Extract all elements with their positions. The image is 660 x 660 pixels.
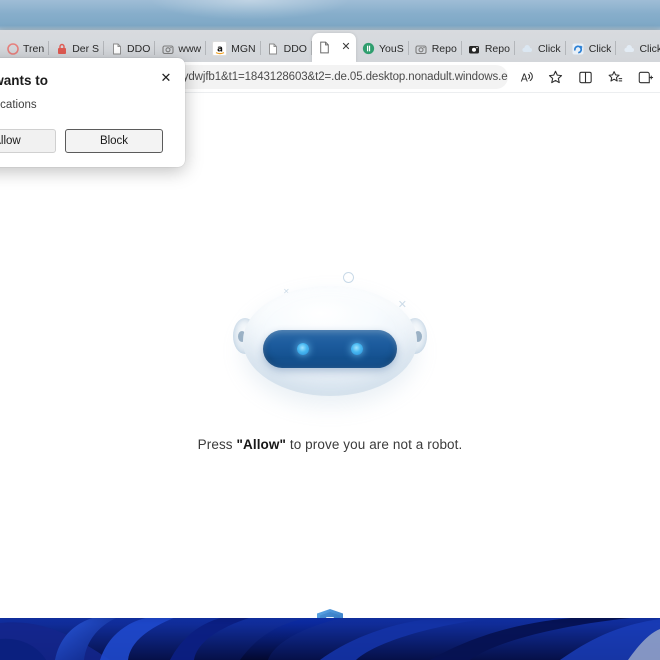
shield-icon [315,608,345,618]
tab-title: Repo [484,42,510,55]
favicon-blank-page [110,42,123,55]
tab-title: YouS [378,42,404,55]
screen: Tren Der S DDO www a MGN DDO ✕ YouS Repo… [0,0,660,660]
tab-title: www [178,42,202,55]
svg-text:A: A [520,72,528,84]
favicon-blank-page [318,41,331,54]
toolbar-icons: A [510,62,660,92]
browser-tab[interactable]: Click [566,35,617,62]
dialog-title: co.in wants to [0,73,49,88]
favicon-red-circle [6,42,19,55]
prompt-suffix: to prove you are not a robot. [286,437,463,452]
tab-title: MGN [231,42,256,55]
tab-title: Tren [23,42,45,55]
favicon-light-cloud [622,42,635,55]
dialog-actions: Allow Block [0,129,169,153]
tab-title: Click [639,42,660,55]
favicon-light-cloud [521,42,534,55]
tab-title: Click [537,42,561,55]
wallpaper-glow [150,0,350,20]
wallpaper-bloom-svg [0,617,660,660]
favicon-red-lock [55,42,68,55]
tab-title: Der S [72,42,100,55]
page-content: ✕ ✕ Press "Allow" to prove you are not a… [0,93,660,618]
browser-tab[interactable]: DDO [261,35,312,62]
prompt-emphasis: "Allow" [236,437,286,452]
robot-visor [263,330,397,368]
browser-tab[interactable]: Repo [462,35,515,62]
favicon-grey-camera [161,42,174,55]
split-screen-icon[interactable] [570,65,600,89]
browser-tab[interactable]: YouS [356,35,409,62]
read-aloud-icon[interactable]: A [510,65,540,89]
favicon-green-circle [362,42,375,55]
favicon-grey-camera [415,42,428,55]
browser-tab[interactable]: Click [616,35,660,62]
ddos-guard-logo: DDOS-GUARD [0,608,660,618]
favicon-amazon: a [212,41,228,56]
favorites-list-icon[interactable] [600,65,630,89]
browser-tab[interactable]: Repo [409,35,462,62]
allow-button[interactable]: Allow [0,129,56,153]
captcha-prompt-text: Press "Allow" to prove you are not a rob… [0,437,660,452]
block-button[interactable]: Block [65,129,163,153]
close-icon[interactable]: ✕ [157,68,175,86]
dialog-subtitle: ow notifications [0,99,37,111]
desktop-wallpaper-bottom [0,617,660,660]
close-icon[interactable]: ✕ [339,41,353,55]
favicon-blue-swirl [572,42,585,55]
tab-title: Repo [431,42,457,55]
browser-tab[interactable]: a MGN [206,35,261,62]
collections-icon[interactable] [630,65,660,89]
browser-tab-active[interactable]: ✕ [311,33,356,62]
decor-circle-icon [343,272,354,283]
favicon-dark-camera [468,42,481,55]
browser-tab[interactable]: Click [515,35,566,62]
favicon-blank-page [267,42,280,55]
captcha-robot-wrapper: ✕ ✕ [0,258,660,418]
tab-title: DDO [127,42,151,55]
desktop-background-top [0,0,660,34]
notification-permission-dialog: ✕ co.in wants to ow notifications Allow … [0,58,185,167]
robot-eye-right [351,343,363,355]
robot-eye-left [297,343,309,355]
add-favorite-star-icon[interactable] [540,65,570,89]
captcha-robot-mascot: ✕ ✕ [215,258,445,418]
tab-title: Click [588,42,612,55]
prompt-prefix: Press [197,437,237,452]
tab-title: DDO [283,42,307,55]
